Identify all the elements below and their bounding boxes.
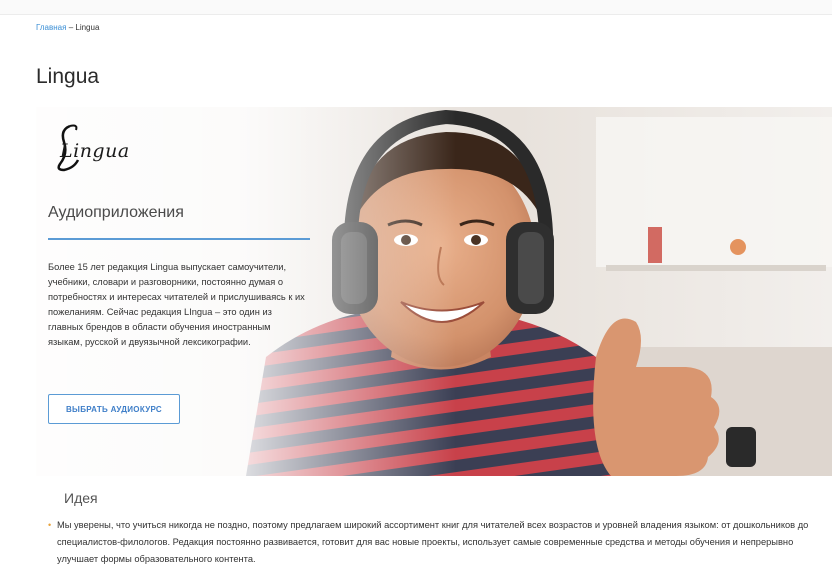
page-title: Lingua xyxy=(36,65,100,88)
bullet-icon: • xyxy=(48,520,52,530)
top-bar xyxy=(0,0,832,15)
breadcrumb-separator: – xyxy=(68,23,74,32)
logo-text: Lingua xyxy=(60,140,130,162)
hero-heading: Аудиоприложения xyxy=(48,204,184,221)
breadcrumb-home-link[interactable]: Главная xyxy=(36,23,66,32)
hero-description: Более 15 лет редакция Lingua выпускает с… xyxy=(48,262,305,347)
idea-heading: Идея xyxy=(64,490,98,506)
choose-audiocourse-button[interactable]: ВЫБРАТЬ АУДИОКУРС xyxy=(48,394,180,424)
idea-text: Мы уверены, что учиться никогда не поздн… xyxy=(57,520,809,564)
hero-divider xyxy=(48,238,310,240)
breadcrumb-current: Lingua xyxy=(75,23,100,32)
breadcrumb: Главная – Lingua xyxy=(36,23,99,33)
